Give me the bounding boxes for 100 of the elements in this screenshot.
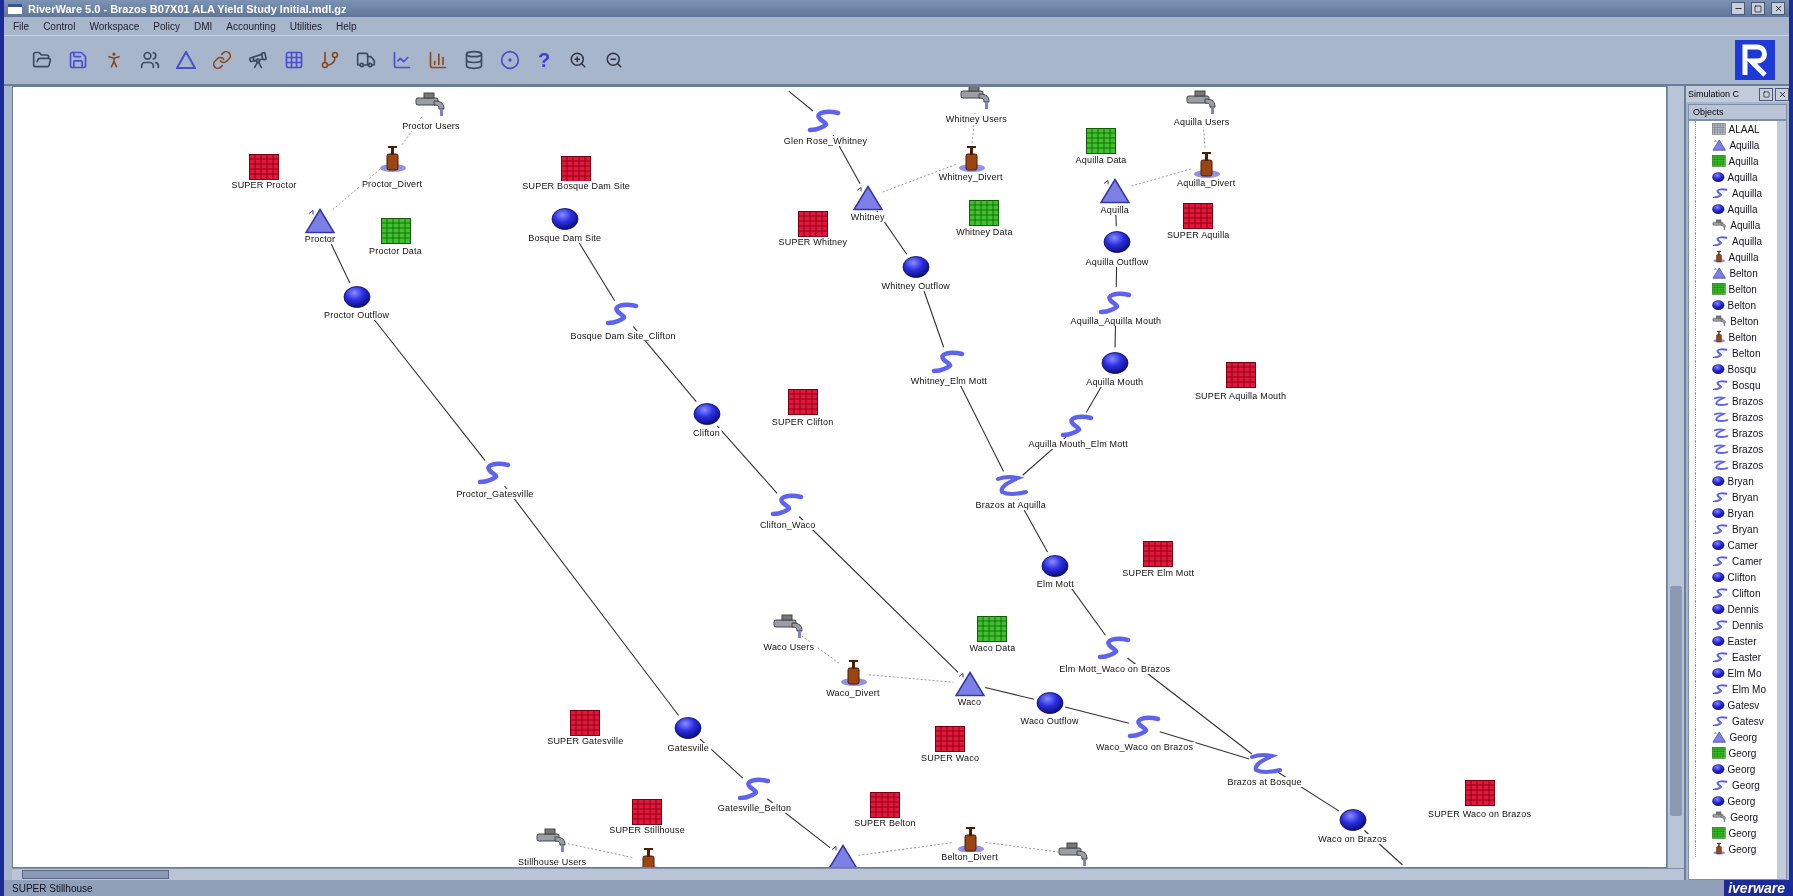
node-label: Whitney_Divert xyxy=(936,172,1005,183)
menu-item[interactable]: Accounting xyxy=(221,20,281,32)
node-label: Waco xyxy=(955,696,984,707)
node-label: Aquilla Mouth xyxy=(1084,376,1146,387)
grid-icon xyxy=(249,153,279,180)
object-item[interactable]: Aquilla xyxy=(1727,171,1758,183)
object-item[interactable]: Dennis xyxy=(1732,619,1764,631)
object-item[interactable]: Aquilla xyxy=(1732,235,1763,247)
sphere-icon xyxy=(674,716,703,740)
sphere-icon xyxy=(1712,571,1725,583)
list-scrollbar[interactable] xyxy=(1777,121,1786,879)
object-item[interactable]: Belton xyxy=(1728,283,1757,295)
menu-item[interactable]: Workspace xyxy=(84,20,145,32)
menu-item[interactable]: Help xyxy=(330,20,362,32)
help-button[interactable]: ? xyxy=(534,48,555,72)
object-item[interactable]: Dennis xyxy=(1727,603,1759,615)
object-item[interactable]: Aquilla xyxy=(1728,251,1759,263)
object-item[interactable]: Georg xyxy=(1727,763,1756,775)
s-curve-icon xyxy=(1712,347,1730,359)
menu-item[interactable]: DMI xyxy=(188,20,218,32)
s-curve-icon xyxy=(1712,651,1730,663)
object-item[interactable]: Aquilla xyxy=(1727,203,1758,215)
horizontal-scrollbar[interactable] xyxy=(12,868,1684,880)
object-item[interactable]: Belton xyxy=(1727,299,1756,311)
node-label: Waco_Waco on Brazos xyxy=(1093,741,1196,752)
object-item[interactable]: Bryan xyxy=(1732,523,1759,535)
restore-button[interactable] xyxy=(1759,87,1773,101)
node-label: SUPER Aquilla Mouth xyxy=(1192,390,1289,401)
grid-icon xyxy=(380,217,411,244)
node-label: SUPER Bosque Dam Site xyxy=(520,181,633,192)
object-item[interactable]: Aquilla xyxy=(1732,187,1763,199)
object-item[interactable]: Camer xyxy=(1732,555,1763,567)
logo: iverware xyxy=(1724,880,1789,896)
object-item[interactable]: Bryan xyxy=(1727,475,1754,487)
object-item[interactable]: Bosqu xyxy=(1732,379,1761,391)
object-item[interactable]: Easter xyxy=(1727,635,1757,647)
object-item[interactable]: Brazos xyxy=(1732,411,1764,423)
object-item[interactable]: Gatesv xyxy=(1727,699,1760,711)
object-item[interactable]: Brazos xyxy=(1732,443,1764,455)
object-item[interactable]: Georg xyxy=(1727,795,1756,807)
link-icon[interactable] xyxy=(210,48,234,72)
s-curve-icon xyxy=(1712,715,1730,727)
object-item[interactable]: Georg xyxy=(1732,779,1760,791)
object-item[interactable]: Georg xyxy=(1730,811,1759,823)
triangle-icon xyxy=(1712,730,1727,744)
node-label: Brazos at Bosque xyxy=(1225,777,1304,787)
object-item[interactable]: Belton xyxy=(1730,315,1759,327)
object-item[interactable]: Elm Mo xyxy=(1727,667,1762,679)
object-item[interactable]: Aquilla xyxy=(1730,219,1761,231)
sphere-icon xyxy=(1712,475,1725,487)
object-item[interactable]: Elm Mo xyxy=(1732,683,1766,695)
object-item[interactable]: Bosqu xyxy=(1727,363,1756,375)
menu-item[interactable]: Policy xyxy=(148,20,185,32)
object-item[interactable]: Georg xyxy=(1728,827,1757,839)
target-icon[interactable] xyxy=(498,48,522,72)
object-item[interactable]: Bryan xyxy=(1732,491,1759,503)
grid-icon xyxy=(935,725,966,752)
link-line xyxy=(567,843,634,859)
sphere-icon xyxy=(1338,808,1367,832)
close-button[interactable] xyxy=(1775,87,1789,101)
object-item[interactable]: Clifton xyxy=(1732,587,1761,599)
object-item[interactable]: Georg xyxy=(1728,843,1757,855)
object-item[interactable]: ALAAL xyxy=(1728,123,1760,135)
object-item[interactable]: Belton xyxy=(1729,267,1758,279)
object-item[interactable]: Gatesv xyxy=(1732,715,1764,727)
object-item[interactable]: Georg xyxy=(1729,731,1758,743)
object-item[interactable]: Brazos xyxy=(1732,427,1764,439)
node-label: Gatesville_Belton xyxy=(715,803,794,814)
object-item[interactable]: Easter xyxy=(1732,651,1761,663)
vertical-scrollbar[interactable] xyxy=(1667,86,1684,868)
menu-item[interactable]: Control xyxy=(38,20,81,32)
s-curve-icon xyxy=(1712,619,1730,631)
object-item[interactable]: Belton xyxy=(1728,331,1757,343)
minimize-button[interactable] xyxy=(1731,2,1745,15)
node-label: Bosque Dam Site xyxy=(526,232,604,243)
close-icon xyxy=(1773,4,1783,13)
faucet-icon xyxy=(1712,315,1728,327)
triangle-icon[interactable] xyxy=(174,48,198,72)
s-curve-icon xyxy=(1712,379,1730,391)
sphere-icon xyxy=(342,285,371,309)
object-item[interactable]: Georg xyxy=(1728,747,1757,759)
node-label: Aquilla Mouth_Elm Mott xyxy=(1026,438,1130,449)
node-label: SUPER Clifton xyxy=(769,416,836,427)
menu-item[interactable]: Utilities xyxy=(284,20,327,32)
object-item[interactable]: Brazos xyxy=(1732,459,1764,471)
valve-icon xyxy=(1712,250,1726,264)
object-item[interactable]: Clifton xyxy=(1727,571,1756,583)
object-item[interactable]: Aquilla xyxy=(1728,155,1759,167)
object-item[interactable]: Bryan xyxy=(1727,507,1754,519)
close-button[interactable] xyxy=(1771,2,1785,15)
maximize-button[interactable] xyxy=(1751,2,1765,15)
object-item[interactable]: Belton xyxy=(1732,347,1761,359)
status-text: SUPER Stillhouse xyxy=(12,882,94,894)
node-label: Waco Users xyxy=(761,642,817,653)
node-label: Elm Mott xyxy=(1034,579,1076,590)
object-item[interactable]: Brazos xyxy=(1732,395,1764,407)
object-item[interactable]: Camer xyxy=(1727,539,1758,551)
s-curve-icon xyxy=(1712,235,1730,247)
object-item[interactable]: Aquilla xyxy=(1729,139,1760,151)
menu-item[interactable]: File xyxy=(8,20,35,32)
